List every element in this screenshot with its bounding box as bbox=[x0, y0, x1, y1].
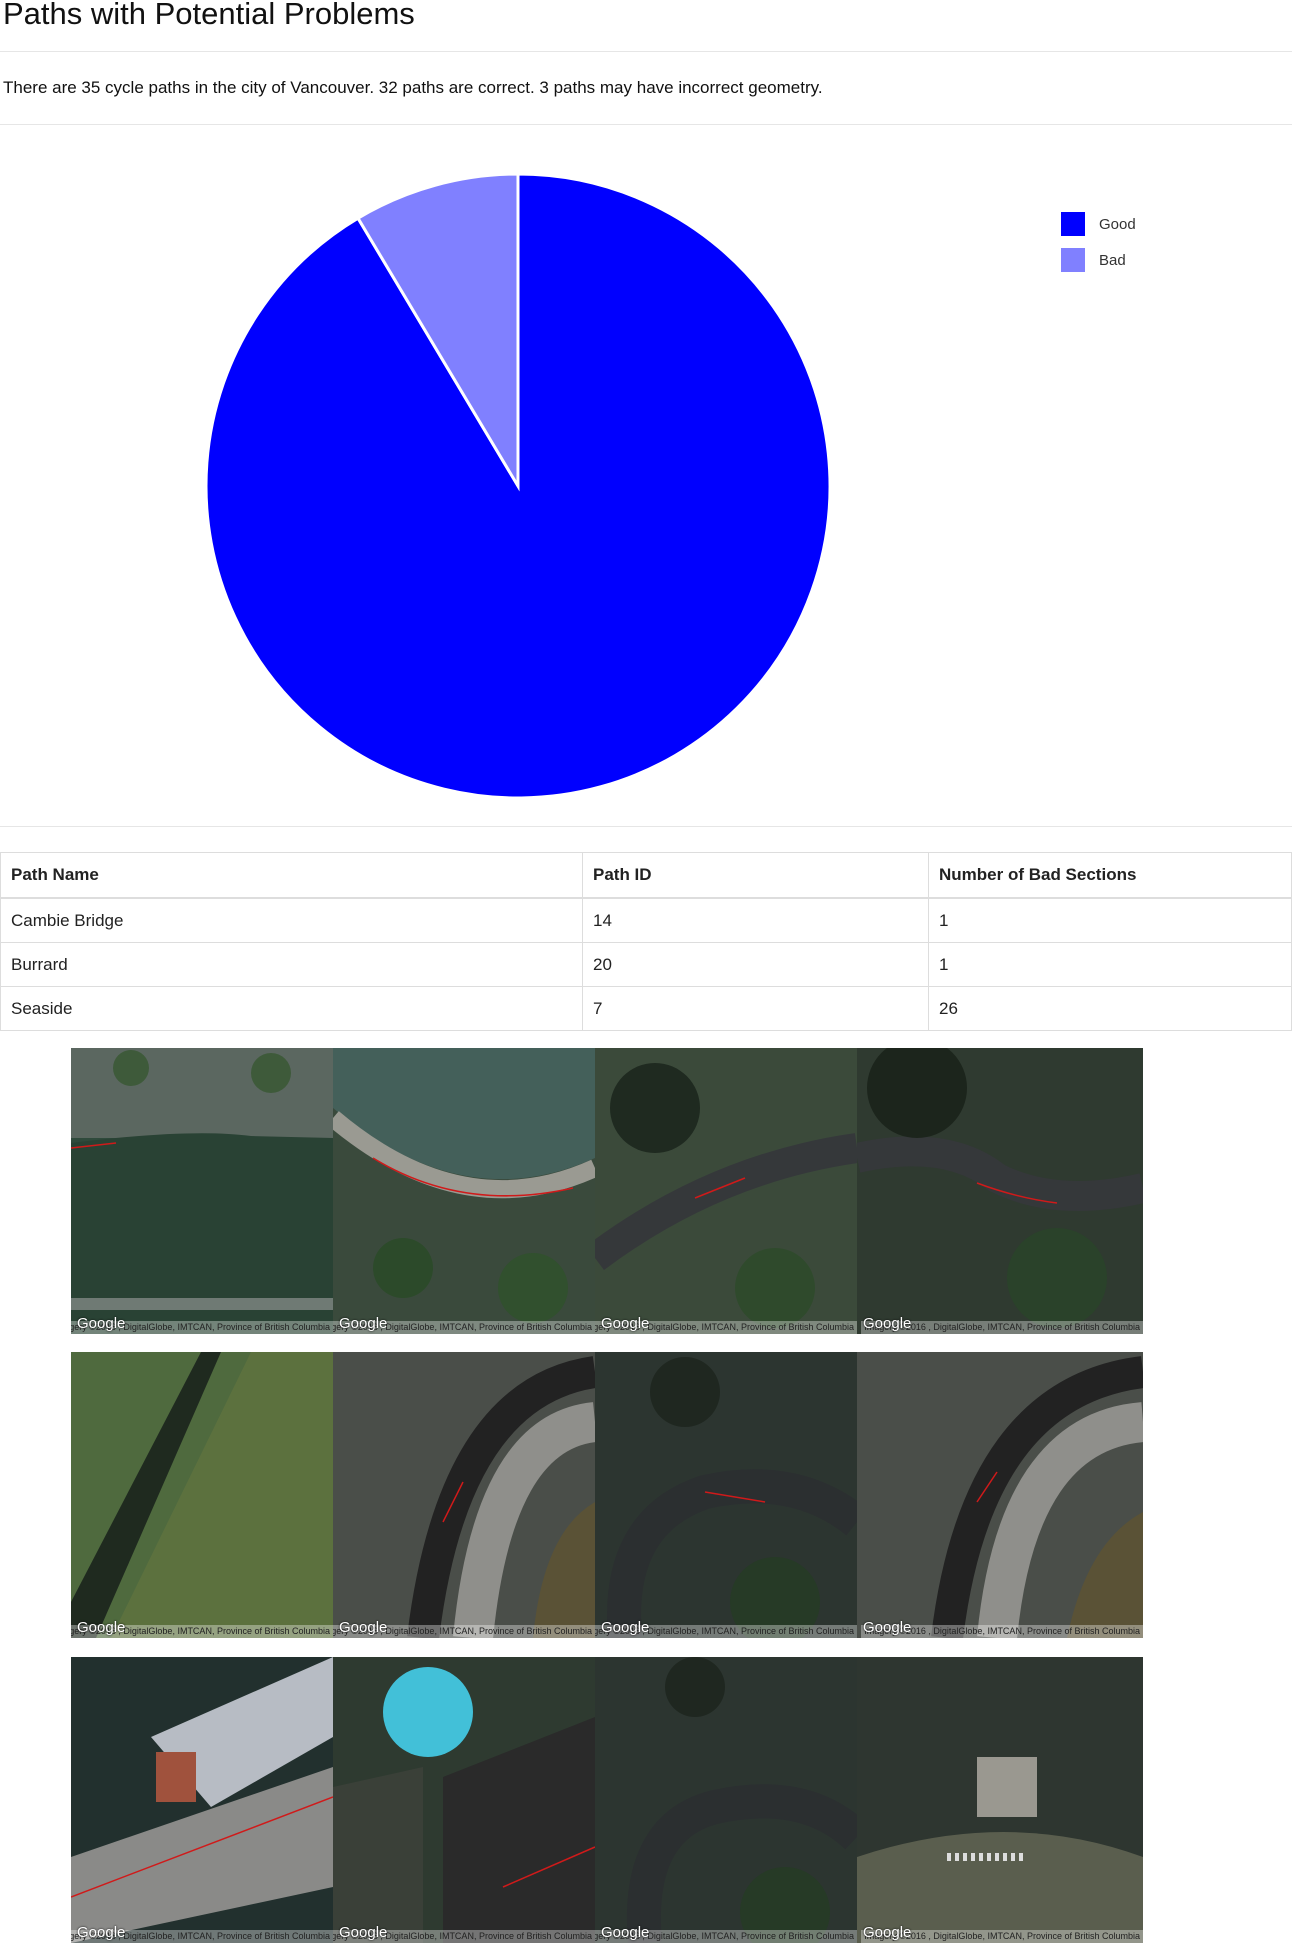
page-title: Paths with Potential Problems bbox=[3, 0, 415, 31]
legend-swatch-good bbox=[1061, 212, 1085, 236]
google-logo[interactable]: Google bbox=[339, 1924, 387, 1941]
google-logo[interactable]: Google bbox=[339, 1619, 387, 1636]
summary-text: There are 35 cycle paths in the city of … bbox=[3, 78, 823, 97]
cell-path-name: Seaside bbox=[0, 986, 583, 1031]
legend-label-bad: Bad bbox=[1099, 252, 1126, 269]
table-row: Seaside 7 26 bbox=[0, 986, 1292, 1031]
table-row: Burrard 20 1 bbox=[0, 942, 1292, 987]
satellite-tile[interactable]: Imagery ©2016 , DigitalGlobe, IMTCAN, Pr… bbox=[71, 1048, 333, 1334]
satellite-tile[interactable]: Imagery ©2016 , DigitalGlobe, IMTCAN, Pr… bbox=[857, 1352, 1143, 1638]
google-logo[interactable]: Google bbox=[601, 1315, 649, 1332]
google-logo[interactable]: Google bbox=[77, 1315, 125, 1332]
google-logo[interactable]: Google bbox=[863, 1315, 911, 1332]
satellite-image bbox=[333, 1352, 595, 1638]
page: Paths with Potential Problems There are … bbox=[0, 0, 1292, 1944]
header-path-id: Path ID bbox=[582, 852, 929, 899]
divider bbox=[0, 826, 1292, 827]
legend-swatch-bad bbox=[1061, 248, 1085, 272]
cell-bad-sections: 26 bbox=[928, 986, 1292, 1031]
satellite-tile[interactable]: Imagery ©2016 , DigitalGlobe, IMTCAN, Pr… bbox=[857, 1657, 1143, 1943]
divider bbox=[0, 124, 1292, 125]
map-tile-row: Imagery ©2016 , DigitalGlobe, IMTCAN, Pr… bbox=[71, 1048, 1143, 1334]
satellite-image bbox=[595, 1048, 857, 1334]
header-path-name: Path Name bbox=[0, 852, 583, 899]
satellite-image bbox=[333, 1048, 595, 1334]
cell-path-name: Cambie Bridge bbox=[0, 897, 583, 943]
map-tile-row: Imagery ©2016 , DigitalGlobe, IMTCAN, Pr… bbox=[71, 1352, 1143, 1638]
legend-label-good: Good bbox=[1099, 216, 1136, 233]
satellite-image bbox=[71, 1657, 333, 1943]
satellite-image bbox=[333, 1657, 595, 1943]
google-logo[interactable]: Google bbox=[77, 1924, 125, 1941]
cell-path-id: 7 bbox=[582, 986, 929, 1031]
satellite-tile[interactable]: Imagery ©2016 , DigitalGlobe, IMTCAN, Pr… bbox=[71, 1657, 333, 1943]
cell-bad-sections: 1 bbox=[928, 897, 1292, 943]
paths-table: Path Name Path ID Number of Bad Sections… bbox=[0, 852, 1292, 1031]
satellite-tile[interactable]: Imagery ©2016 , DigitalGlobe, IMTCAN, Pr… bbox=[595, 1048, 857, 1334]
google-logo[interactable]: Google bbox=[339, 1315, 387, 1332]
satellite-image bbox=[857, 1048, 1143, 1334]
satellite-tile[interactable]: Imagery ©2016 , DigitalGlobe, IMTCAN, Pr… bbox=[71, 1352, 333, 1638]
satellite-tile[interactable]: Imagery ©2016 , DigitalGlobe, IMTCAN, Pr… bbox=[333, 1352, 595, 1638]
pie-chart: Good Bad bbox=[204, 172, 1136, 800]
satellite-image bbox=[857, 1352, 1143, 1638]
cell-path-id: 20 bbox=[582, 942, 929, 987]
google-logo[interactable]: Google bbox=[77, 1619, 125, 1636]
satellite-tile[interactable]: Imagery ©2016 , DigitalGlobe, IMTCAN, Pr… bbox=[333, 1657, 595, 1943]
cell-path-name: Burrard bbox=[0, 942, 583, 987]
google-logo[interactable]: Google bbox=[863, 1924, 911, 1941]
satellite-tile[interactable]: Imagery ©2016 , DigitalGlobe, IMTCAN, Pr… bbox=[595, 1657, 857, 1943]
satellite-tile[interactable]: Imagery ©2016 , DigitalGlobe, IMTCAN, Pr… bbox=[333, 1048, 595, 1334]
satellite-image bbox=[857, 1657, 1143, 1943]
google-logo[interactable]: Google bbox=[863, 1619, 911, 1636]
table-row: Cambie Bridge 14 1 bbox=[0, 897, 1292, 943]
satellite-tile[interactable]: Imagery ©2016 , DigitalGlobe, IMTCAN, Pr… bbox=[857, 1048, 1143, 1334]
google-logo[interactable]: Google bbox=[601, 1924, 649, 1941]
cell-bad-sections: 1 bbox=[928, 942, 1292, 987]
map-tile-row: Imagery ©2016 , DigitalGlobe, IMTCAN, Pr… bbox=[71, 1657, 1143, 1943]
cell-path-id: 14 bbox=[582, 897, 929, 943]
satellite-image bbox=[71, 1048, 333, 1334]
divider bbox=[0, 51, 1292, 52]
header-bad-sections: Number of Bad Sections bbox=[928, 852, 1292, 899]
satellite-image bbox=[71, 1352, 333, 1638]
satellite-tile[interactable]: Imagery ©2016 , DigitalGlobe, IMTCAN, Pr… bbox=[595, 1352, 857, 1638]
google-logo[interactable]: Google bbox=[601, 1619, 649, 1636]
satellite-image bbox=[595, 1657, 857, 1943]
satellite-image bbox=[595, 1352, 857, 1638]
table-header-row: Path Name Path ID Number of Bad Sections bbox=[0, 852, 1292, 899]
